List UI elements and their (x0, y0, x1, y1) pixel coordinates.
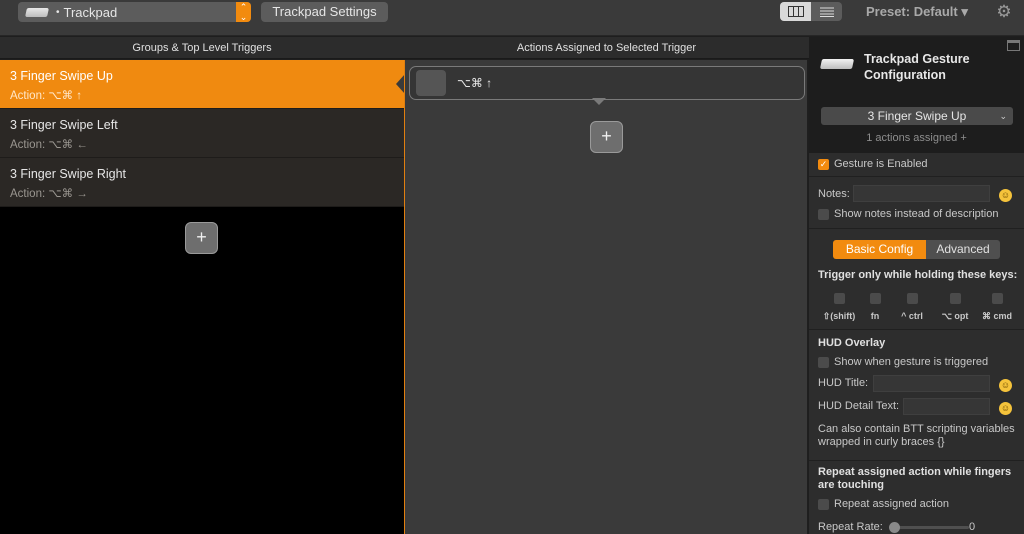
hud-show-label: Show when gesture is triggered (834, 356, 989, 368)
panel-header: Trackpad Gesture Configuration 3 Finger … (809, 37, 1024, 153)
view-toggle[interactable] (780, 2, 842, 21)
hud-detail-field[interactable] (903, 398, 990, 415)
divider (809, 176, 1024, 177)
shift-checkbox[interactable] (833, 293, 845, 304)
opt-checkbox[interactable] (949, 293, 961, 304)
trigger-action: Action: ⌥⌘ ← (10, 139, 88, 151)
fn-checkbox[interactable] (869, 293, 881, 304)
panel-title: Trackpad Gesture Configuration (864, 52, 970, 82)
notes-field[interactable] (853, 185, 990, 202)
select-bullet: • (56, 6, 60, 18)
repeat-heading: Repeat assigned action while fingers are… (818, 466, 1012, 491)
gesture-enabled-checkbox[interactable]: ✓ (818, 159, 829, 170)
actions-list: ⌥⌘ ↑ + (404, 60, 808, 534)
trigger-item-swipe-right[interactable]: 3 Finger Swipe Right Action: ⌥⌘ → (0, 158, 404, 207)
hud-title-label: HUD Title: (818, 377, 869, 389)
source-select[interactable]: • Trackpad ⌃ ⌄ (18, 2, 251, 22)
trackpad-icon (25, 7, 49, 17)
stepper-chevrons-icon[interactable]: ⌃ ⌄ (236, 2, 251, 22)
trackpad-icon (819, 59, 855, 69)
actions-count[interactable]: 1 actions assigned + (809, 132, 1024, 144)
show-notes-label: Show notes instead of description (834, 208, 999, 220)
config-tabs[interactable]: Basic Config Advanced (833, 240, 1000, 259)
trigger-title: 3 Finger Swipe Up (10, 69, 113, 83)
modifier-label: ^ ctrl (901, 311, 923, 321)
emoji-picker-icon[interactable]: ☺ (999, 402, 1012, 415)
modifier-heading: Trigger only while holding these keys: (818, 269, 1018, 281)
modifier-cmd[interactable]: ⌘ cmd (977, 293, 1017, 322)
emoji-picker-icon[interactable]: ☺ (999, 379, 1012, 392)
action-item[interactable]: ⌥⌘ ↑ (409, 66, 805, 100)
modifier-label: ⌥ opt (941, 311, 969, 321)
repeat-rate-label: Repeat Rate: (818, 521, 883, 533)
trigger-action: Action: ⌥⌘ ↑ (10, 90, 83, 102)
trackpad-settings-button[interactable]: Trackpad Settings (261, 2, 388, 22)
hud-show-checkbox[interactable] (818, 357, 829, 368)
repeat-rate-slider[interactable] (893, 526, 969, 529)
actions-header: Actions Assigned to Selected Trigger (404, 37, 809, 59)
trigger-title: 3 Finger Swipe Left (10, 118, 118, 132)
modifier-label: ⌘ cmd (981, 311, 1012, 321)
columns-view-icon[interactable] (780, 2, 811, 21)
preset-selector[interactable]: Preset: Default ▾ (866, 4, 968, 20)
emoji-picker-icon[interactable]: ☺ (999, 189, 1012, 202)
modifier-ctrl[interactable]: ^ ctrl (892, 293, 932, 321)
show-notes-checkbox[interactable] (818, 209, 829, 220)
tab-basic-config[interactable]: Basic Config (833, 240, 926, 259)
divider (809, 228, 1024, 229)
gesture-enabled-label: Gesture is Enabled (834, 158, 928, 170)
source-select-label: Trackpad (63, 4, 118, 20)
repeat-label: Repeat assigned action (834, 498, 949, 510)
action-card-notch (592, 98, 606, 105)
toolbar: • Trackpad ⌃ ⌄ Trackpad Settings Preset: … (0, 0, 1024, 36)
groups-header: Groups & Top Level Triggers (0, 37, 404, 59)
hud-hint: Can also contain BTT scripting variables… (818, 423, 1015, 448)
tab-advanced[interactable]: Advanced (926, 240, 1000, 259)
hud-detail-label: HUD Detail Text: (818, 400, 900, 412)
modifier-shift[interactable]: ⇧(shift) (819, 293, 859, 322)
gear-icon[interactable]: ⚙ (995, 3, 1013, 21)
notes-label: Notes: (818, 188, 850, 200)
add-trigger-button[interactable]: + (185, 222, 218, 254)
action-icon (416, 70, 446, 96)
cmd-checkbox[interactable] (991, 293, 1003, 304)
divider (809, 460, 1024, 461)
trigger-item-swipe-up[interactable]: 3 Finger Swipe Up Action: ⌥⌘ ↑ (0, 60, 404, 109)
divider (809, 329, 1024, 330)
repeat-rate-slider-knob[interactable] (889, 522, 900, 533)
hud-title-field[interactable] (873, 375, 990, 392)
trigger-item-swipe-left[interactable]: 3 Finger Swipe Left Action: ⌥⌘ ← (0, 109, 404, 158)
ctrl-checkbox[interactable] (906, 293, 918, 304)
gesture-select-label: 3 Finger Swipe Up (867, 109, 967, 123)
trigger-action: Action: ⌥⌘ → (10, 188, 88, 200)
modifier-label: fn (870, 311, 880, 321)
chevron-down-icon: ⌄ (999, 111, 1007, 121)
action-shortcut: ⌥⌘ ↑ (457, 76, 493, 90)
repeat-checkbox[interactable] (818, 499, 829, 510)
add-action-button[interactable]: + (590, 121, 623, 153)
config-panel: Trackpad Gesture Configuration 3 Finger … (809, 37, 1024, 534)
hud-heading: HUD Overlay (818, 337, 886, 349)
trigger-title: 3 Finger Swipe Right (10, 167, 127, 181)
modifier-opt[interactable]: ⌥ opt (935, 293, 975, 322)
repeat-rate-value: 0 (969, 521, 976, 533)
detach-window-icon[interactable] (1007, 40, 1020, 51)
modifier-fn[interactable]: fn (855, 293, 895, 321)
modifier-label: ⇧(shift) (822, 311, 856, 321)
gesture-select[interactable]: 3 Finger Swipe Up ⌄ (821, 107, 1013, 125)
list-view-icon[interactable] (811, 2, 842, 21)
triggers-list: 3 Finger Swipe Up Action: ⌥⌘ ↑ 3 Finger … (0, 60, 404, 534)
